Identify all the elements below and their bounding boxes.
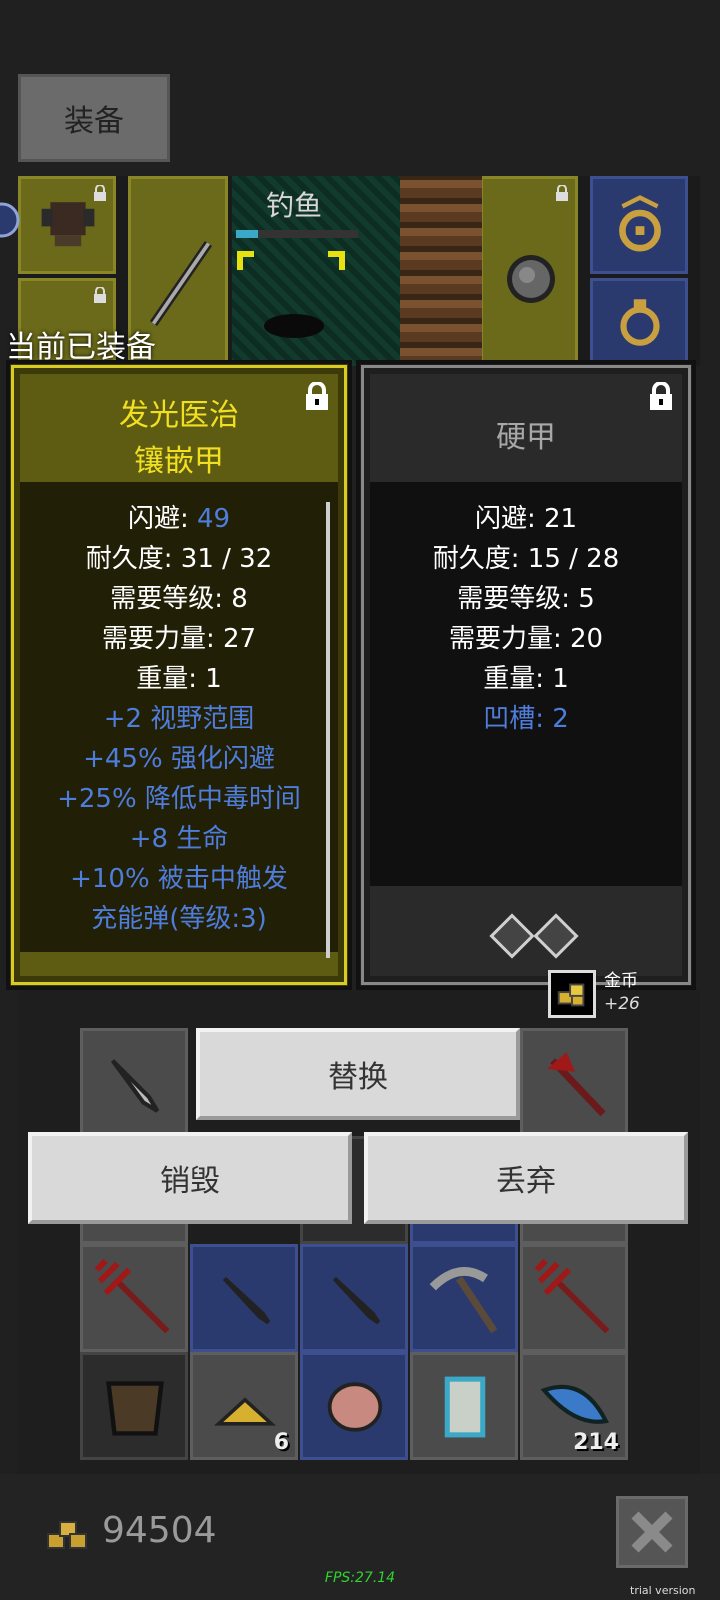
rock-wall [400,176,482,366]
stat-weight: 重量: 1 [483,664,569,694]
card-footer [20,952,338,976]
inventory-slot[interactable] [410,1244,518,1352]
scroll-item-icon [444,1376,486,1438]
stat-required-strength: 需要力量: 27 [101,624,257,654]
bonus-stat: +10% 被击中触发 [70,864,288,894]
replace-button[interactable]: 替换 [196,1028,520,1120]
close-button[interactable] [616,1496,688,1568]
trial-watermark: trial version [630,1584,696,1597]
inventory-slot[interactable] [80,1028,188,1136]
coin-pickup-label: 金币 [604,971,638,991]
spear-item-icon [149,241,213,326]
inventory-slot[interactable]: 214 [520,1352,628,1460]
ring-item-icon [620,299,660,346]
slot-ring[interactable] [590,278,688,366]
trident-item-icon [94,1258,170,1334]
amulet-item-icon [619,195,661,252]
armor-item-icon [106,1381,164,1436]
item-count: 214 [573,1430,619,1455]
stat-required-level: 需要等级: 5 [457,584,595,614]
inventory-slot[interactable] [520,1244,628,1352]
item-count: 6 [273,1430,289,1455]
fishing-label: 钓鱼 [265,189,322,222]
fishing-progress-fill [236,230,258,238]
lock-icon[interactable] [648,382,674,410]
bonus-stat: +25% 降低中毒时间 [57,784,301,814]
inventory-slot[interactable] [300,1352,408,1460]
meat-item-icon [327,1382,383,1432]
level-badge-icon [0,202,20,238]
lock-icon [94,287,106,303]
tab-equipment[interactable]: 装备 [18,74,170,162]
stat-durability: 耐久度: 31 / 32 [85,544,273,574]
bonus-stat: 充能弹(等级:3) [91,904,267,934]
stat-weight: 重量: 1 [136,664,222,694]
scrollbar[interactable] [326,502,330,958]
inventory-slot[interactable] [80,1352,188,1460]
item-name: 硬甲 [496,420,556,455]
shield-item-icon [507,255,555,303]
inventory-slot[interactable] [80,1244,188,1352]
trident-item-icon [534,1258,610,1334]
lock-icon [556,185,568,201]
coin-pickup-badge [548,970,596,1018]
stat-dodge: 闪避: 21 [474,504,578,534]
stat-durability: 耐久度: 15 / 28 [432,544,620,574]
gold-total: 94504 [102,1510,217,1551]
inventory-slot[interactable] [520,1028,628,1136]
knife-item-icon [222,1276,271,1325]
compared-item-card: 硬甲 闪避: 21 耐久度: 15 / 28 需要等级: 5 需要力量: 20 … [356,360,696,990]
slot-shield[interactable] [480,176,578,366]
stat-required-strength: 需要力量: 20 [448,624,604,654]
stat-required-level: 需要等级: 8 [110,584,248,614]
coin-pickup-amount: +26 [604,994,640,1014]
stat-sockets: 凹槽: 2 [483,704,569,734]
stat-dodge: 闪避: 49 [127,504,231,534]
dagger-item-icon [110,1059,160,1113]
axe-item-icon [547,1052,606,1117]
inventory-slot[interactable] [300,1244,408,1352]
equipped-item-card: 发光医治 镶嵌甲 闪避: 49 耐久度: 31 / 32 需要等级: 8 需要力… [6,360,352,990]
helmet-item-icon [41,202,95,247]
bonus-stat: +8 生命 [129,824,229,854]
fps-counter: FPS:27.14 [324,1570,396,1586]
pickaxe-item-icon [429,1267,498,1334]
knife-item-icon [332,1276,381,1325]
gold-coins-icon [47,1521,87,1549]
bonus-stat: +2 视野范围 [103,704,255,734]
inventory-slot[interactable]: 6 [190,1352,298,1460]
item-name: 镶嵌甲 [134,444,224,479]
item-name-prefix: 发光医治 [119,398,239,433]
discard-button[interactable]: 丢弃 [364,1132,688,1224]
close-icon [631,1511,673,1553]
slot-helmet[interactable] [18,176,116,274]
gold-coins-icon [557,983,585,1007]
destroy-button[interactable]: 销毁 [28,1132,352,1224]
inventory-slot[interactable] [190,1244,298,1352]
bonus-stat: +45% 强化闪避 [83,744,275,774]
slot-amulet[interactable] [590,176,688,274]
gold-pile-icon [213,1397,277,1426]
inventory-slot[interactable] [410,1352,518,1460]
